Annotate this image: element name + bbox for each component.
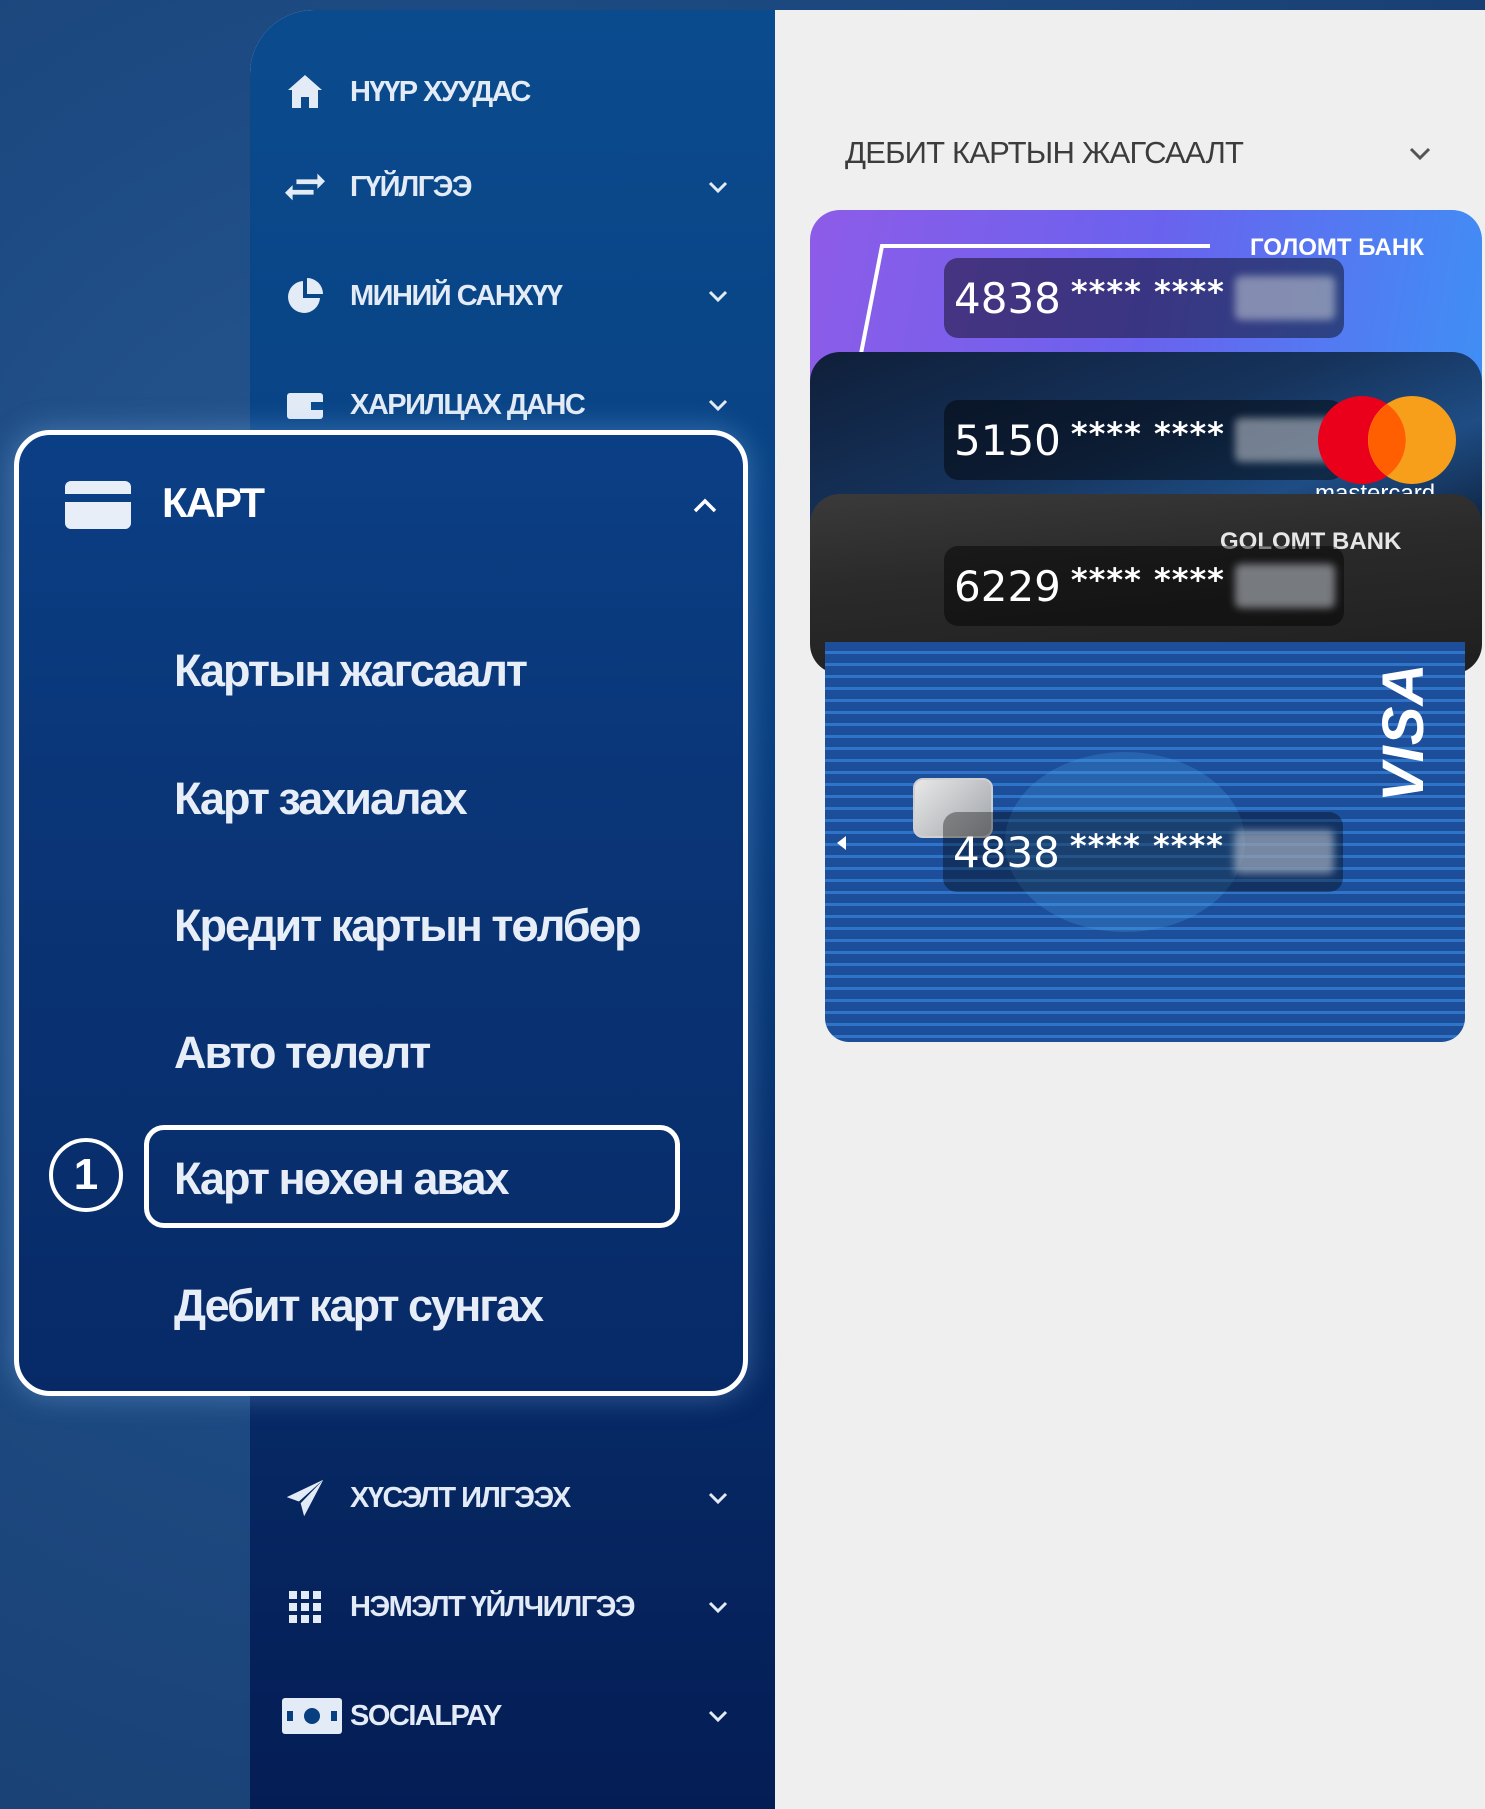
step-number-badge: 1	[49, 1138, 123, 1212]
card-number: 4838 **** ****	[943, 812, 1343, 892]
sidebar-item-label: ХҮСЭЛТ ИЛГЭЭХ	[350, 1481, 571, 1514]
sidebar-item-label: ХАРИЛЦАХ ДАНС	[350, 388, 586, 421]
sidebar-item-current-account[interactable]: ХАРИЛЦАХ ДАНС	[250, 375, 775, 435]
debit-card[interactable]: VISA 4838 **** ****	[825, 642, 1465, 1042]
submenu-extend-debit-card[interactable]: Дебит карт сунгах	[174, 1280, 544, 1332]
sidebar-item-my-finance[interactable]: МИНИЙ САНХҮҮ	[250, 266, 775, 326]
chevron-down-icon	[705, 283, 731, 309]
sidebar-item-label: ГҮЙЛГЭЭ	[350, 170, 472, 203]
chevron-down-icon[interactable]	[1405, 138, 1435, 168]
sidebar-item-label: НЭМЭЛТ ҮЙЛЧИЛГЭЭ	[350, 1590, 635, 1623]
chevron-down-icon	[705, 1594, 731, 1620]
chevron-down-icon	[705, 392, 731, 418]
masked-digits	[1234, 276, 1335, 320]
masked-digits	[1233, 830, 1334, 874]
card-menu-expanded: КАРТ Картын жагсаалт Карт захиалах Креди…	[14, 430, 748, 1396]
send-icon	[285, 1478, 325, 1518]
submenu-auto-payment[interactable]: Авто төлөлт	[174, 1027, 431, 1079]
sidebar-item-transactions[interactable]: ГҮЙЛГЭЭ	[250, 157, 775, 217]
highlight-box	[144, 1125, 680, 1228]
wallet-icon	[285, 385, 325, 425]
grid-icon	[285, 1587, 325, 1627]
mastercard-logo-icon	[1318, 396, 1456, 484]
visa-logo: VISA	[1371, 662, 1436, 802]
content-panel: ДЕБИТ КАРТЫН ЖАГСААЛТ ГОЛОМТ БАНК 4838 *…	[775, 10, 1485, 1809]
card-icon	[64, 480, 132, 530]
card-menu-title[interactable]: КАРТ	[162, 479, 265, 527]
card-number: 4838 **** ****	[944, 258, 1344, 338]
submenu-card-list[interactable]: Картын жагсаалт	[174, 645, 528, 697]
sidebar-item-send-request[interactable]: ХҮСЭЛТ ИЛГЭЭХ	[250, 1468, 775, 1528]
submenu-order-card[interactable]: Карт захиалах	[174, 773, 468, 825]
sidebar-item-label: МИНИЙ САНХҮҮ	[350, 279, 563, 312]
card-number: 5150 **** ****	[944, 400, 1344, 480]
sidebar-item-label: НҮҮР ХУУДАС	[350, 75, 531, 108]
transfer-icon	[285, 167, 325, 207]
chevron-down-icon	[705, 174, 731, 200]
chevron-down-icon	[705, 1485, 731, 1511]
chevron-down-icon	[705, 1703, 731, 1729]
sidebar-item-additional-services[interactable]: НЭМЭЛТ ҮЙЛЧИЛГЭЭ	[250, 1577, 775, 1637]
pie-chart-icon	[285, 276, 325, 316]
sidebar-item-socialpay[interactable]: SOCIALPAY	[250, 1686, 775, 1746]
card-list-dropdown-label: ДЕБИТ КАРТЫН ЖАГСААЛТ	[845, 135, 1244, 170]
chevron-up-icon[interactable]	[690, 491, 720, 521]
masked-digits	[1234, 564, 1335, 608]
carousel-arrow-icon[interactable]	[837, 836, 846, 850]
sidebar-item-home[interactable]: НҮҮР ХУУДАС	[250, 62, 775, 122]
sidebar-item-label: SOCIALPAY	[350, 1699, 502, 1732]
card-number: 6229 **** ****	[944, 546, 1344, 626]
submenu-credit-card-payment[interactable]: Кредит картын төлбөр	[174, 900, 642, 952]
home-icon	[285, 72, 325, 112]
cash-icon	[280, 1696, 344, 1736]
